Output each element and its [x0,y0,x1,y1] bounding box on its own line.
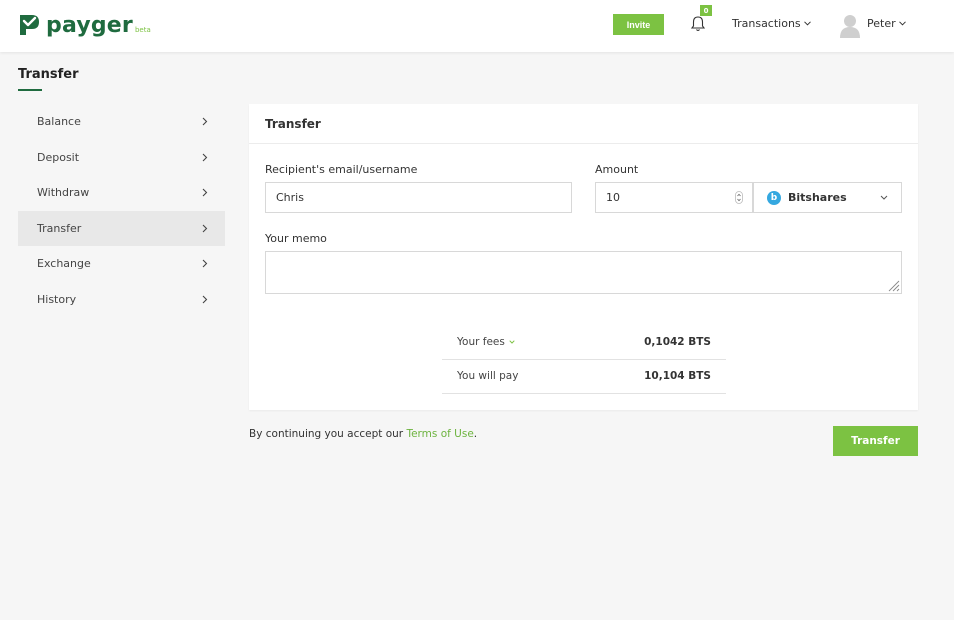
sidebar-item-exchange[interactable]: Exchange [18,246,225,282]
amount-value: 10 [606,191,620,204]
chevron-right-icon [202,259,208,268]
title-underline [18,89,42,91]
logo-icon [20,15,39,35]
bitshares-icon: b [767,190,781,205]
top-navbar: payger beta Invite 0 Transactions Peter [0,0,954,52]
sidebar-item-transfer[interactable]: Transfer [18,210,225,246]
transfer-card: Transfer Recipient's email/username Chri… [249,104,918,410]
amount-input[interactable]: 10 [595,182,753,213]
card-title: Transfer [249,104,918,144]
pay-label: You will pay [457,370,519,382]
brand-name: payger [46,12,133,38]
brand-beta-tag: beta [134,26,151,34]
number-stepper-icon[interactable] [735,191,743,204]
chevron-right-icon [202,117,208,126]
currency-select[interactable]: b Bitshares [753,182,902,213]
sidebar-item-withdraw[interactable]: Withdraw [18,175,225,211]
chevron-down-icon [803,21,811,26]
amount-label: Amount [595,163,639,176]
memo-label: Your memo [265,232,327,245]
sidebar-item-label: Deposit [37,150,80,164]
sidebar-item-label: Withdraw [37,186,90,200]
terms-prefix: By continuing you accept our [249,428,407,440]
chevron-right-icon [202,224,208,233]
transactions-label: Transactions [732,17,801,30]
page-title: Transfer [18,67,79,82]
chevron-right-icon [202,295,208,304]
notification-badge: 0 [700,5,712,16]
transfer-submit-button[interactable]: Transfer [833,426,918,456]
fees-value: 0,1042 BTS [644,336,711,348]
user-menu[interactable]: Peter [867,17,906,30]
sidebar-item-label: Transfer [37,221,82,235]
payger-logo[interactable]: payger beta [18,10,151,40]
memo-textarea[interactable] [265,251,902,294]
terms-notice: By continuing you accept our Terms of Us… [249,428,477,440]
sidebar-item-label: History [37,292,77,306]
sidebar-item-label: Balance [37,115,81,129]
sidebar-item-balance[interactable]: Balance [18,104,225,140]
total-divider [442,393,726,394]
bell-icon[interactable] [690,15,706,33]
user-name: Peter [867,17,896,30]
chevron-down-icon [898,21,906,26]
chevron-right-icon [202,153,208,162]
currency-value: Bitshares [788,191,847,204]
sidebar-item-history[interactable]: History [18,282,225,318]
recipient-label: Recipient's email/username [265,163,418,176]
fees-toggle[interactable]: Your fees [457,336,515,348]
terms-suffix: . [473,428,478,440]
total-row: You will pay 10,104 BTS [442,359,726,393]
sidebar-nav: Balance Deposit Withdraw Transfer Exchan… [18,104,225,317]
pay-value: 10,104 BTS [644,370,711,382]
transactions-menu[interactable]: Transactions [732,17,811,30]
terms-of-use-link[interactable]: Terms of Use [406,428,473,440]
sidebar-item-deposit[interactable]: Deposit [18,140,225,176]
sidebar-item-label: Exchange [37,257,91,271]
resize-handle-icon[interactable] [886,278,900,292]
chevron-down-icon [509,340,515,344]
chevron-right-icon [202,188,208,197]
fees-row: Your fees 0,1042 BTS [442,325,726,359]
chevron-down-icon [880,195,888,200]
invite-button[interactable]: Invite [613,14,664,35]
fees-label: Your fees [457,336,505,348]
avatar[interactable] [840,13,860,38]
recipient-input[interactable]: Chris [265,182,572,213]
